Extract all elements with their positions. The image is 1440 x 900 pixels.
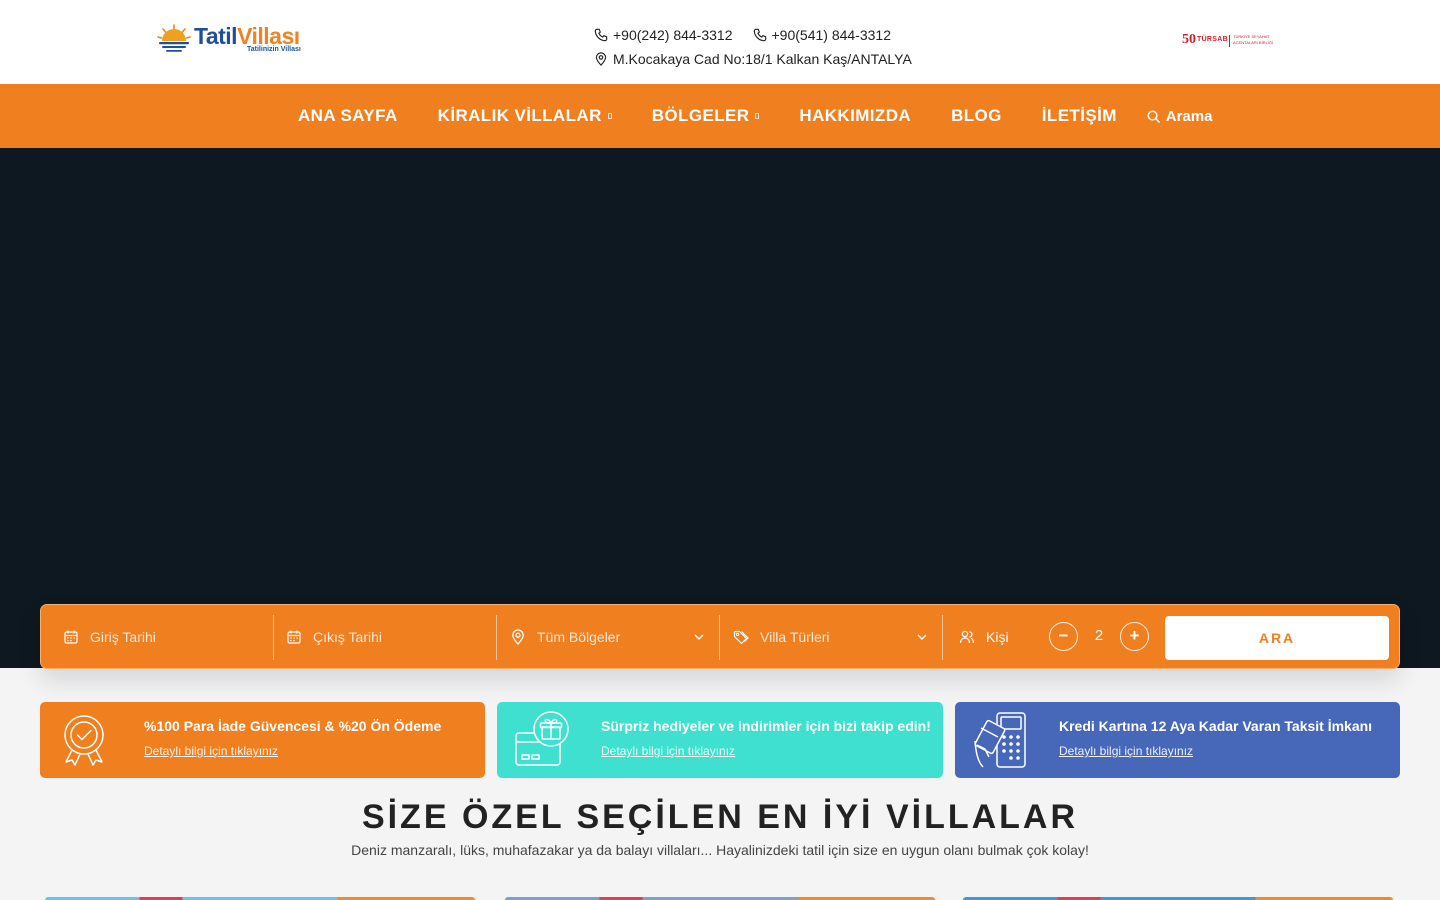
nav-label: KİRALIK VİLLALAR bbox=[437, 106, 602, 125]
nav-label: İLETİŞİM bbox=[1041, 106, 1117, 125]
location-pin-icon bbox=[595, 52, 607, 66]
address-row: M.Kocakaya Cad No:18/1 Kalkan Kaş/ANTALY… bbox=[594, 48, 934, 70]
guest-increase-button[interactable]: + bbox=[1120, 622, 1149, 651]
phone-link-1[interactable]: +90(242) 844-3312 bbox=[594, 27, 733, 43]
region-value: Tüm Bölgeler bbox=[537, 629, 621, 645]
location-pin-icon bbox=[512, 629, 524, 645]
dropdown-caret-icon bbox=[607, 113, 612, 119]
address-text: M.Kocakaya Cad No:18/1 Kalkan Kaş/ANTALY… bbox=[613, 51, 912, 67]
gift-card-icon bbox=[515, 711, 569, 766]
tursab-number: 50 bbox=[1182, 32, 1196, 47]
villa-search-form: Giriş Tarihi Çıkış Tarihi Tüm Bölgeler V… bbox=[40, 604, 1400, 669]
checkout-date-field[interactable]: Çıkış Tarihi bbox=[286, 615, 496, 659]
nav-item-contact[interactable]: İLETİŞİM bbox=[1042, 106, 1117, 126]
phone-number-1: +90(242) 844-3312 bbox=[613, 27, 733, 43]
nav-item-blog[interactable]: BLOG bbox=[951, 106, 1002, 126]
feature-title: Kredi Kartına 12 Aya Kadar Varan Taksit … bbox=[1059, 718, 1373, 734]
dropdown-caret-icon bbox=[755, 113, 760, 119]
phone-row: +90(242) 844-3312 +90(541) 844-3312 bbox=[594, 24, 934, 46]
nav-label: BLOG bbox=[951, 106, 1002, 125]
sun-logo-icon bbox=[157, 24, 191, 52]
field-divider bbox=[942, 615, 943, 660]
calendar-icon bbox=[287, 630, 301, 644]
hero-banner bbox=[0, 148, 1440, 668]
section-subtitle: Deniz manzaralı, lüks, muhafazakar ya da… bbox=[351, 842, 1089, 858]
checkout-placeholder: Çıkış Tarihi bbox=[313, 629, 382, 645]
villa-type-value: Villa Türleri bbox=[760, 629, 830, 645]
main-nav: ANA SAYFA KİRALIK VİLLALAR BÖLGELER HAKK… bbox=[0, 84, 1440, 148]
field-divider bbox=[273, 615, 274, 660]
nav-label: BÖLGELER bbox=[651, 106, 750, 125]
feature-card-gifts[interactable]: Sürpriz hediyeler ve indirimler için biz… bbox=[497, 702, 943, 778]
award-check-icon bbox=[64, 715, 104, 766]
nav-item-home[interactable]: ANA SAYFA bbox=[298, 106, 398, 126]
field-divider bbox=[496, 615, 497, 660]
guest-label: Kişi bbox=[986, 629, 1009, 645]
nav-menu: ANA SAYFA KİRALIK VİLLALAR BÖLGELER HAKK… bbox=[298, 84, 1212, 148]
nav-search-label: Arama bbox=[1165, 107, 1213, 125]
feature-card-installments[interactable]: Kredi Kartına 12 Aya Kadar Varan Taksit … bbox=[955, 702, 1400, 778]
users-icon bbox=[959, 630, 975, 644]
phone-number-2: +90(541) 844-3312 bbox=[771, 27, 892, 43]
phone-icon bbox=[594, 28, 608, 42]
site-header: TatilVillası Tatilinizin Villası +90(242… bbox=[0, 0, 1440, 84]
villa-type-select[interactable]: Villa Türleri bbox=[733, 615, 933, 659]
site-logo[interactable]: TatilVillası Tatilinizin Villası bbox=[156, 18, 306, 58]
chevron-down-icon bbox=[917, 634, 927, 641]
feature-title: Sürpriz hediyeler ve indirimler için biz… bbox=[601, 718, 931, 734]
tag-icon bbox=[733, 630, 749, 645]
search-submit-button[interactable]: ARA bbox=[1165, 616, 1389, 660]
feature-detail-link[interactable]: Detaylı bilgi için tıklayınız bbox=[144, 744, 278, 758]
section-title: SİZE ÖZEL SEÇİLEN EN İYİ VİLLALAR bbox=[361, 798, 1079, 836]
nav-item-about[interactable]: HAKKIMIZDA bbox=[799, 106, 911, 126]
checkin-date-field[interactable]: Giriş Tarihi bbox=[63, 615, 273, 659]
phone-icon bbox=[753, 28, 766, 42]
contact-info: +90(242) 844-3312 +90(541) 844-3312 M.Ko… bbox=[594, 24, 934, 72]
phone-link-2[interactable]: +90(541) 844-3312 bbox=[753, 27, 892, 43]
nav-item-rental-villas[interactable]: KİRALIK VİLLALAR bbox=[438, 106, 612, 126]
nav-search-button[interactable]: Arama bbox=[1147, 107, 1213, 125]
search-icon bbox=[1147, 110, 1160, 123]
calendar-icon bbox=[64, 630, 78, 644]
tursab-name: TÜRSAB bbox=[1197, 36, 1228, 43]
feature-detail-link[interactable]: Detaylı bilgi için tıklayınız bbox=[1059, 744, 1193, 758]
region-select[interactable]: Tüm Bölgeler bbox=[510, 615, 710, 659]
guest-count-label: Kişi bbox=[959, 615, 1039, 659]
nav-item-regions[interactable]: BÖLGELER bbox=[652, 106, 760, 126]
chevron-down-icon bbox=[694, 634, 704, 641]
field-divider bbox=[719, 615, 720, 660]
logo-tagline: Tatilinizin Villası bbox=[247, 46, 301, 53]
checkin-placeholder: Giriş Tarihi bbox=[90, 629, 156, 645]
guest-count-value: 2 bbox=[1094, 627, 1104, 644]
feature-detail-link[interactable]: Detaylı bilgi için tıklayınız bbox=[601, 744, 735, 758]
card-terminal-icon bbox=[974, 712, 1026, 768]
tursab-description: TÜRKİYE SEYAHAT ACENTALARI BİRLİĞİ bbox=[1233, 34, 1274, 45]
tursab-badge[interactable]: 50 TÜRSAB TÜRKİYE SEYAHAT ACENTALARI BİR… bbox=[1182, 32, 1278, 50]
nav-label: ANA SAYFA bbox=[298, 106, 398, 125]
feature-card-refund[interactable]: %100 Para İade Güvencesi & %20 Ön Ödeme … bbox=[40, 702, 485, 778]
nav-label: HAKKIMIZDA bbox=[799, 106, 912, 125]
tursab-divider bbox=[1229, 35, 1230, 47]
feature-title: %100 Para İade Güvencesi & %20 Ön Ödeme bbox=[144, 718, 442, 734]
guest-decrease-button[interactable]: − bbox=[1049, 622, 1078, 651]
